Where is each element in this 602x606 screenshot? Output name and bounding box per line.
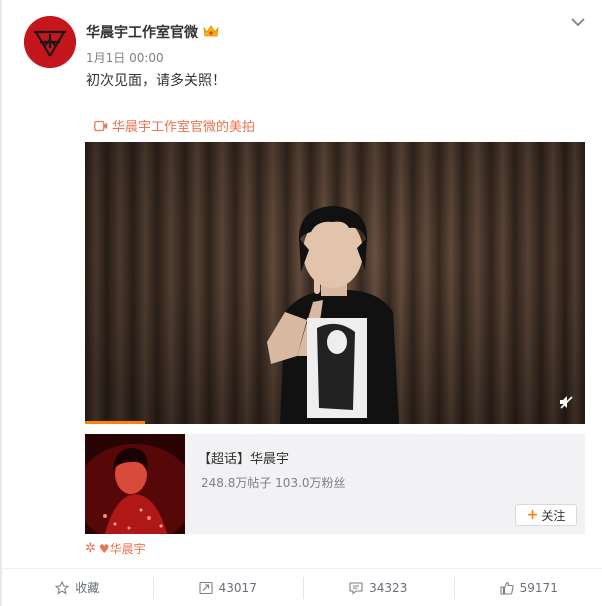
favorite-button[interactable]: 收藏 <box>2 569 153 606</box>
super-topic-flower-icon: ✲ <box>85 541 96 556</box>
topic-tag-label: ♥华晨宇 <box>98 542 146 556</box>
action-bar: 收藏 43017 34323 59171 <box>2 568 602 606</box>
topic-title[interactable]: 【超话】华晨宇 <box>198 448 289 467</box>
comment-count: 34323 <box>369 580 408 595</box>
mute-icon[interactable] <box>558 394 574 410</box>
post-timestamp[interactable]: 1月1日 00:00 <box>86 49 164 66</box>
studio-logo-icon <box>24 16 76 68</box>
topic-stats: 248.8万帖子 103.0万粉丝 <box>201 476 346 490</box>
follow-button[interactable]: + 关注 <box>515 504 577 526</box>
topic-cover-image <box>85 434 185 534</box>
author-name[interactable]: 华晨宇工作室官微 <box>86 22 198 42</box>
follow-label: 关注 <box>541 508 566 523</box>
video-player[interactable] <box>85 142 585 424</box>
super-topic-card[interactable]: 【超话】华晨宇 248.8万帖子 103.0万粉丝 + 关注 <box>85 434 585 534</box>
video-source-label: 华晨宇工作室官微的美拍 <box>112 120 256 135</box>
comment-icon <box>349 581 363 595</box>
favorite-label: 收藏 <box>75 581 100 595</box>
repost-icon <box>199 581 213 594</box>
chevron-down-icon[interactable] <box>570 14 586 30</box>
star-icon <box>55 580 70 595</box>
plus-icon: + <box>526 507 539 523</box>
video-source-link[interactable]: 华晨宇工作室官微的美拍 <box>94 116 255 135</box>
vip-crown-icon[interactable] <box>202 24 220 38</box>
repost-button[interactable]: 43017 <box>152 569 304 606</box>
video-progress-bar[interactable] <box>85 421 145 424</box>
video-camera-icon <box>94 120 108 131</box>
like-count: 59171 <box>519 580 558 595</box>
comment-button[interactable]: 34323 <box>303 569 454 606</box>
topic-tag-link[interactable]: ✲ ♥华晨宇 <box>85 540 146 557</box>
like-button[interactable]: 59171 <box>453 569 602 606</box>
post-text: 初次见面，请多关照！ <box>86 73 226 89</box>
thumbs-up-icon <box>500 581 514 595</box>
repost-count: 43017 <box>218 580 257 595</box>
weibo-post-card: 华晨宇工作室官微 1月1日 00:00 初次见面，请多关照！ 华晨宇工作室官微的… <box>0 0 602 606</box>
video-frame <box>85 142 585 424</box>
avatar[interactable] <box>24 16 76 68</box>
